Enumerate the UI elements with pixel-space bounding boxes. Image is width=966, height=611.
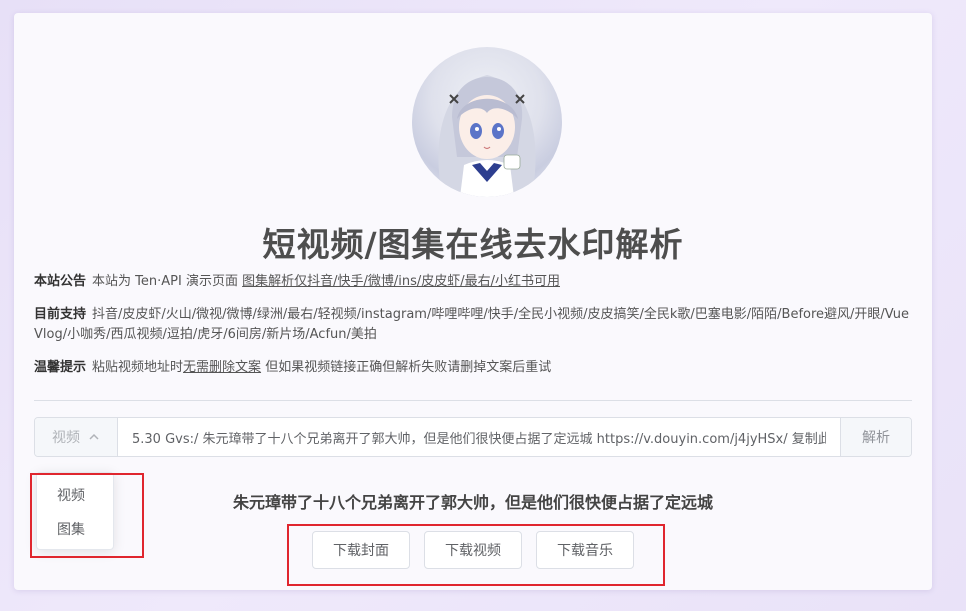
main-card: 短视频/图集在线去水印解析 本站公告 本站为 Ten·API 演示页面 图集解析仅…: [14, 13, 932, 590]
site-notice: 本站公告 本站为 Ten·API 演示页面 图集解析仅抖音/快手/微博/ins/皮…: [34, 272, 912, 292]
warm-tip: 温馨提示 粘贴视频地址时无需删除文案 但如果视频链接正确但解析失败请删掉文案后重试: [34, 358, 912, 378]
support-label: 目前支持: [34, 307, 87, 322]
supported-platforms: 目前支持 抖音/皮皮虾/火山/微视/微博/绿洲/最右/轻视频/instagram/…: [34, 305, 912, 345]
highlight-box-dropdown: [30, 473, 144, 558]
tip-link[interactable]: 无需删除文案: [183, 360, 261, 375]
notice-link[interactable]: 图集解析仅抖音/快手/微博/ins/皮皮虾/最右/小红书可用: [242, 274, 560, 289]
tip-text-before: 粘贴视频地址时: [92, 360, 184, 375]
type-select[interactable]: 视频: [35, 418, 118, 456]
page-title: 短视频/图集在线去水印解析: [262, 225, 684, 264]
type-select-value: 视频: [52, 430, 80, 446]
parse-input-group: 视频 解析: [34, 417, 912, 457]
result-title: 朱元璋带了十八个兄弟离开了郭大帅，但是他们很快便占据了定远城: [232, 493, 713, 512]
notice-text: 本站为 Ten·API 演示页面: [92, 274, 238, 289]
tip-label: 温馨提示: [34, 360, 87, 375]
parse-button[interactable]: 解析: [840, 418, 911, 456]
support-text: 抖音/皮皮虾/火山/微视/微博/绿洲/最右/轻视频/instagram/哔哩哔哩…: [34, 307, 910, 342]
chevron-up-icon: [89, 433, 99, 440]
notice-label: 本站公告: [34, 274, 87, 289]
highlight-box-downloads: [287, 524, 665, 586]
divider: [34, 400, 912, 401]
tip-text-after: 但如果视频链接正确但解析失败请删掉文案后重试: [265, 360, 552, 375]
url-input[interactable]: [118, 418, 840, 456]
anime-avatar-image: [438, 75, 536, 197]
avatar: [412, 47, 562, 197]
